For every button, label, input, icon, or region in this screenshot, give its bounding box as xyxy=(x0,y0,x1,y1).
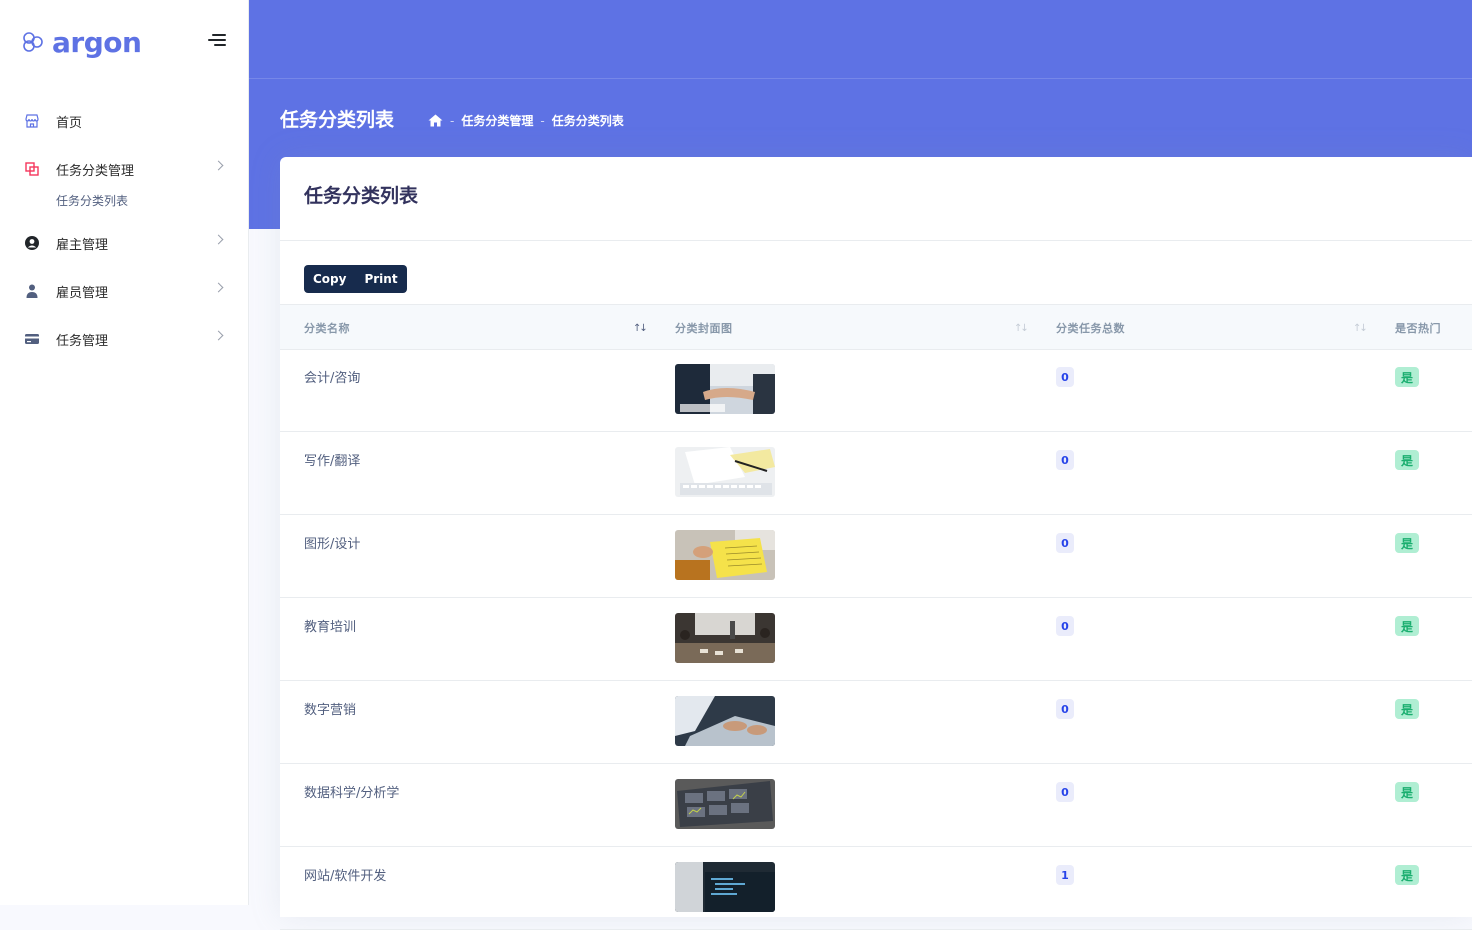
category-name: 数据科学/分析学 xyxy=(304,786,400,801)
category-name: 数字营销 xyxy=(304,703,357,718)
breadcrumb-separator: - xyxy=(450,113,455,128)
sort-icon[interactable]: ↑↓ xyxy=(1353,323,1368,334)
task-count-badge: 0 xyxy=(1056,699,1074,719)
table-row: 会计/咨询 0 是 xyxy=(280,348,1472,432)
argon-logo-icon xyxy=(23,32,43,52)
chevron-right-icon xyxy=(213,160,224,171)
brand-name: argon xyxy=(52,25,142,59)
sidebar-item-employee-management[interactable]: 雇员管理 xyxy=(0,267,248,315)
home-icon[interactable] xyxy=(428,114,443,127)
hot-badge: 是 xyxy=(1395,367,1419,387)
user-circle-icon xyxy=(24,235,40,251)
print-button[interactable]: Print xyxy=(355,265,406,293)
task-count-badge: 0 xyxy=(1056,616,1074,636)
category-name: 写作/翻译 xyxy=(304,454,361,469)
category-name: 教育培训 xyxy=(304,620,357,635)
top-navbar xyxy=(249,2,1472,79)
sort-icon[interactable]: ↑↓ xyxy=(1014,323,1029,334)
brand[interactable]: argon xyxy=(22,24,142,60)
category-name: 网站/软件开发 xyxy=(304,869,387,884)
chevron-right-icon xyxy=(213,330,224,341)
classroom-photo xyxy=(675,613,775,663)
column-header-cover[interactable]: 分类封面图 xyxy=(675,320,733,336)
sidebar-toggle-icon[interactable] xyxy=(206,34,226,48)
sidebar-nav: 首页 任务分类管理 任务分类列表 雇主管理 雇员管理 任务管理 xyxy=(0,97,248,363)
dashboard-screen-photo xyxy=(675,779,775,829)
breadcrumb: - 任务分类管理 - 任务分类列表 xyxy=(428,112,624,129)
table-row: 数据科学/分析学 0 是 xyxy=(280,763,1472,847)
table-header: 分类名称 ↑↓ 分类封面图 ↑↓ 分类任务总数 ↑↓ 是否热门 xyxy=(280,304,1472,350)
keyboard-notes-photo xyxy=(675,447,775,497)
table-row: 网站/软件开发 1 是 xyxy=(280,846,1472,930)
handshake-photo xyxy=(675,364,775,414)
sidebar-item-label: 雇主管理 xyxy=(56,237,109,253)
user-icon xyxy=(24,283,40,299)
task-count-badge: 0 xyxy=(1056,367,1074,387)
table-row: 教育培训 0 是 xyxy=(280,597,1472,681)
sidebar-item-employer-management[interactable]: 雇主管理 xyxy=(0,219,248,267)
hot-badge: 是 xyxy=(1395,865,1419,885)
table-row: 写作/翻译 0 是 xyxy=(280,431,1472,515)
column-header-name[interactable]: 分类名称 xyxy=(304,320,350,336)
copy-button[interactable]: Copy xyxy=(304,265,355,293)
hot-badge: 是 xyxy=(1395,533,1419,553)
breadcrumb-item-category-list: 任务分类列表 xyxy=(551,114,624,128)
chevron-right-icon xyxy=(213,234,224,245)
sidebar-item-label: 任务分类管理 xyxy=(56,163,135,179)
table-row: 数字营销 0 是 xyxy=(280,680,1472,764)
sidebar-item-label: 首页 xyxy=(56,115,83,131)
sidebar-item-label: 雇员管理 xyxy=(56,285,109,301)
category-name: 图形/设计 xyxy=(304,537,361,552)
chevron-right-icon xyxy=(213,282,224,293)
table-row: 图形/设计 0 是 xyxy=(280,514,1472,598)
column-header-task-count[interactable]: 分类任务总数 xyxy=(1056,320,1125,336)
page-title: 任务分类列表 xyxy=(280,109,395,131)
task-count-badge: 0 xyxy=(1056,533,1074,553)
column-header-hot[interactable]: 是否热门 xyxy=(1395,320,1441,336)
hot-badge: 是 xyxy=(1395,450,1419,470)
task-count-badge: 1 xyxy=(1056,865,1074,885)
sidebar-item-home[interactable]: 首页 xyxy=(0,97,248,145)
hot-badge: 是 xyxy=(1395,699,1419,719)
card-divider xyxy=(280,240,1472,241)
task-count-badge: 0 xyxy=(1056,450,1074,470)
category-list-card: 任务分类列表 Copy Print 分类名称 ↑↓ 分类封面图 ↑↓ 分类任务总… xyxy=(280,157,1472,930)
export-button-group: Copy Print xyxy=(304,265,407,293)
shop-icon xyxy=(24,113,40,129)
credit-card-icon xyxy=(24,331,40,347)
sidebar-item-task-management[interactable]: 任务管理 xyxy=(0,315,248,363)
breadcrumb-separator: - xyxy=(540,113,545,128)
sidebar-item-category-management[interactable]: 任务分类管理 xyxy=(0,145,248,193)
breadcrumb-item-category-management[interactable]: 任务分类管理 xyxy=(461,112,533,129)
sidebar-item-label: 任务管理 xyxy=(56,333,109,349)
sort-asc-icon[interactable]: ↑↓ xyxy=(633,323,648,334)
card-title: 任务分类列表 xyxy=(304,185,419,207)
sidebar: argon 首页 任务分类管理 任务分类列表 雇主管理 雇员管理 任务管理 xyxy=(0,0,249,905)
hot-badge: 是 xyxy=(1395,782,1419,802)
laptop-typing-photo xyxy=(675,696,775,746)
hot-badge: 是 xyxy=(1395,616,1419,636)
yellow-book-photo xyxy=(675,530,775,580)
category-name: 会计/咨询 xyxy=(304,371,361,386)
layers-icon xyxy=(24,161,40,177)
task-count-badge: 0 xyxy=(1056,782,1074,802)
